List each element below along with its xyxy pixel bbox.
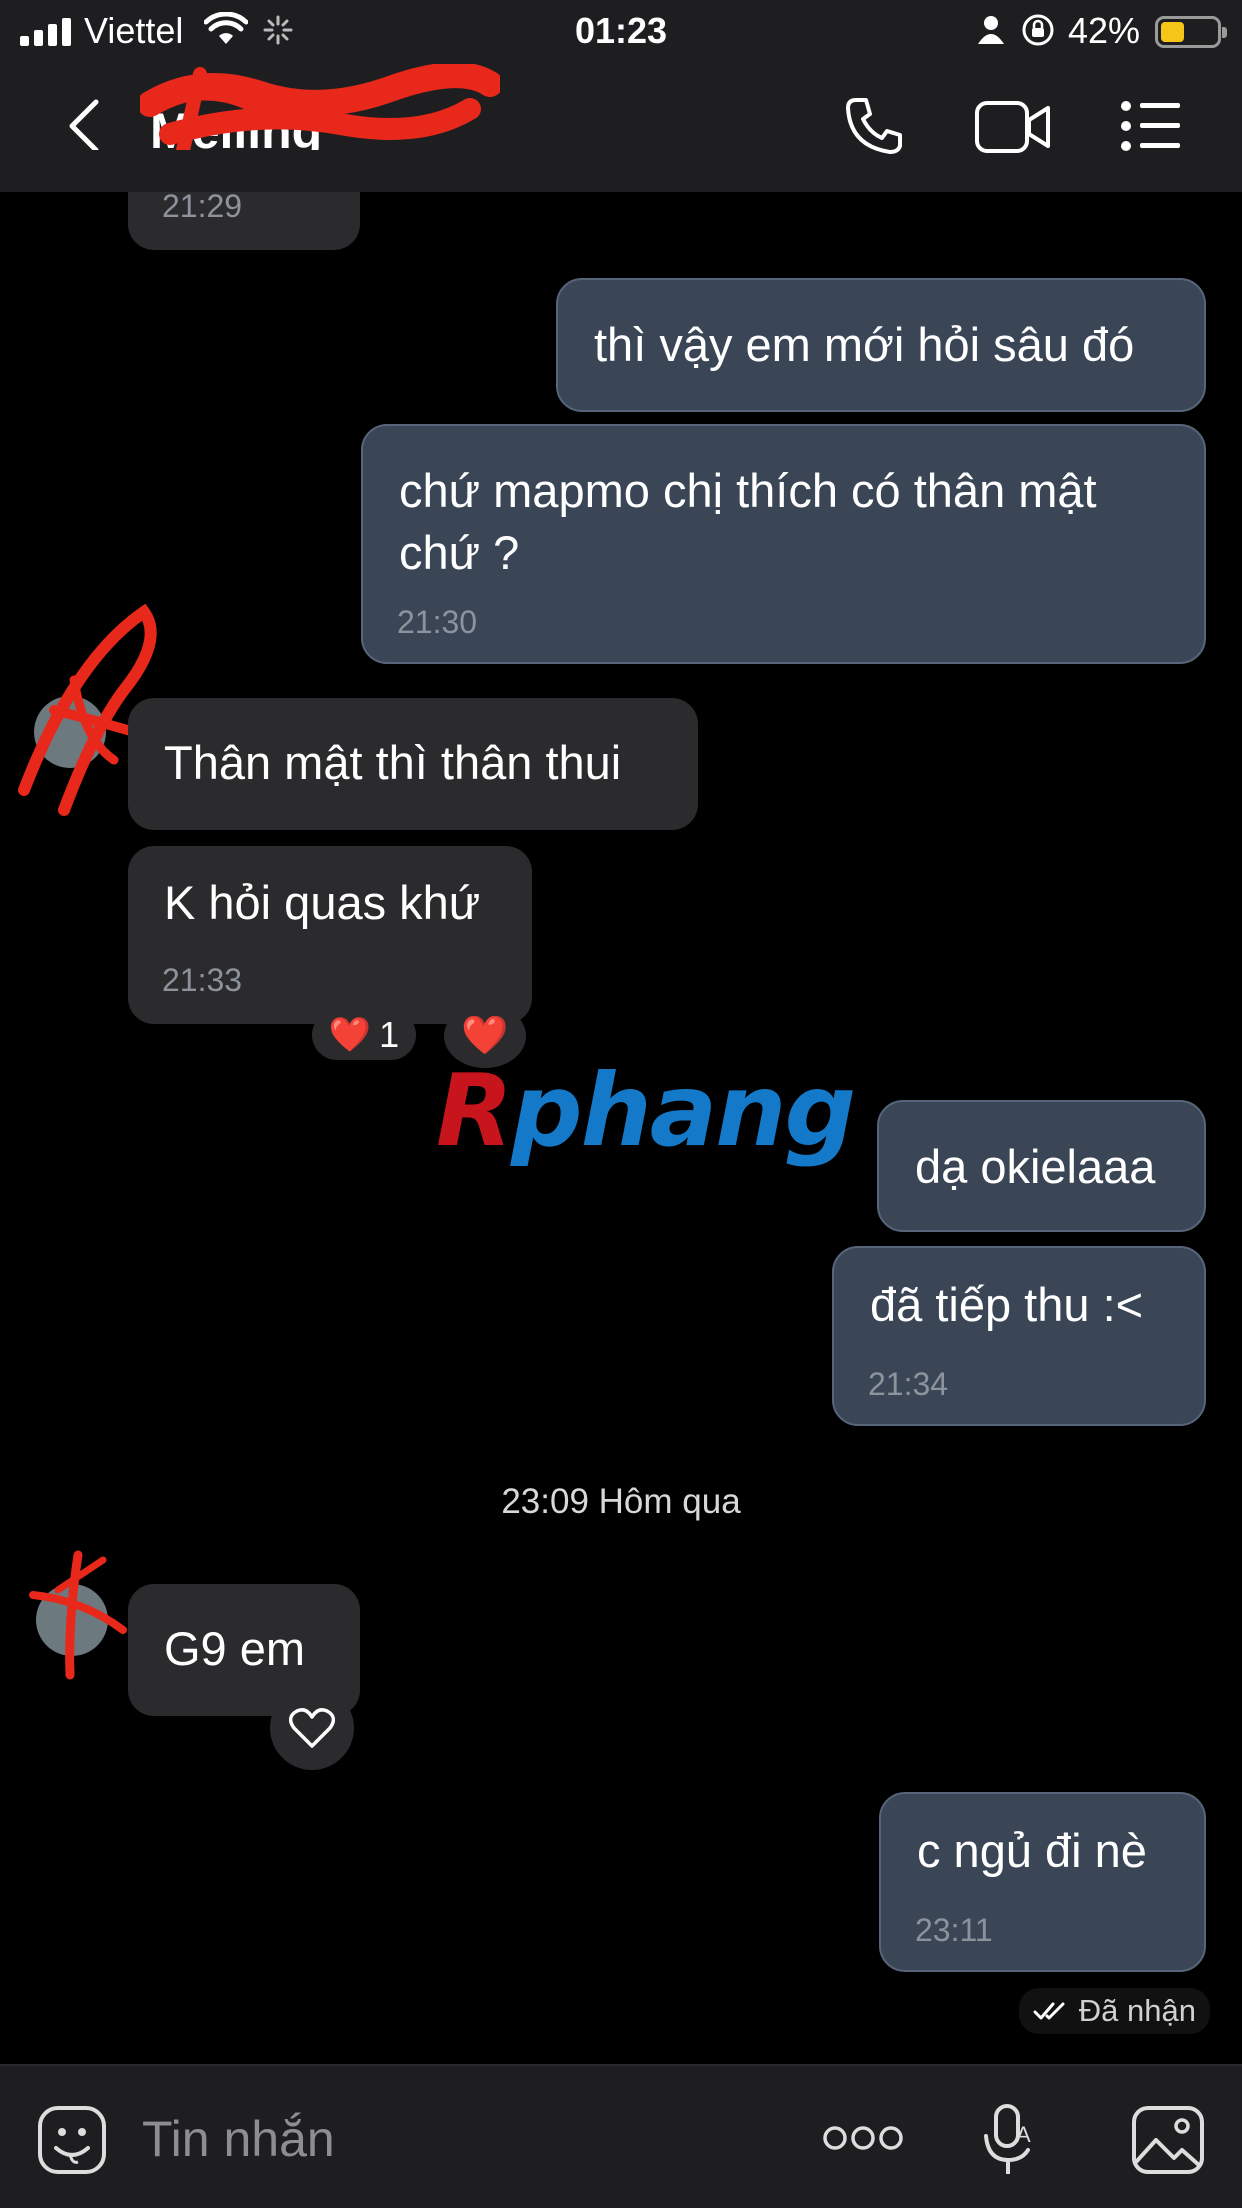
reaction-count: 1: [379, 1014, 400, 1055]
outgoing-message[interactable]: chứ mapmo chị thích có thân mật chứ ? 21…: [361, 424, 1206, 664]
battery-percent: 42%: [1068, 10, 1141, 51]
video-icon[interactable]: [974, 98, 1052, 156]
outgoing-message[interactable]: đã tiếp thu :< 21:34: [832, 1246, 1206, 1426]
message-text: dạ okielaaa: [915, 1140, 1156, 1193]
status-bar: Viettel 01:23 42%: [0, 0, 1242, 62]
incoming-message[interactable]: Thân mật thì thân thui: [128, 698, 698, 830]
reaction-summary[interactable]: ❤️ 1: [312, 1010, 416, 1060]
svg-text:A: A: [1016, 2122, 1031, 2147]
message-text: K hỏi quas khứ: [164, 876, 481, 929]
watermark-logo: Rphang: [436, 1052, 856, 1169]
more-icon[interactable]: [822, 2124, 904, 2152]
heart-outline-icon: [289, 1708, 335, 1748]
menu-icon[interactable]: [1120, 100, 1182, 152]
voice-to-text-icon[interactable]: A: [982, 2102, 1038, 2178]
message-text: chứ mapmo chị thích có thân mật chứ ?: [399, 464, 1097, 579]
message-text: thì vậy em mới hỏi sâu đó: [594, 318, 1135, 371]
message-timestamp: 21:29: [162, 188, 243, 224]
message-input-bar: Tin nhắn A: [0, 2064, 1242, 2208]
day-separator: 23:09 Hôm qua: [501, 1482, 741, 1521]
redaction-scribble: [29, 1550, 127, 1680]
battery-icon: [1155, 16, 1227, 48]
message-timestamp: 23:11: [915, 1912, 993, 1948]
orientation-lock-icon: [1022, 14, 1054, 46]
incoming-message[interactable]: K hỏi quas khứ 21:33: [128, 846, 532, 1024]
message-timestamp: 21:30: [397, 604, 478, 640]
back-icon[interactable]: [64, 98, 104, 154]
phone-icon[interactable]: [842, 94, 906, 158]
image-icon[interactable]: [1130, 2104, 1206, 2176]
header-overlap: [0, 150, 400, 192]
delivery-status: Đã nhận: [1018, 1988, 1210, 2034]
message-text: Thân mật thì thân thui: [164, 736, 622, 789]
message-timestamp: 21:34: [868, 1366, 949, 1402]
outgoing-message[interactable]: dạ okielaaa: [877, 1100, 1206, 1232]
quick-reaction-button[interactable]: [270, 1686, 354, 1770]
person-icon: [978, 16, 1004, 44]
outgoing-message[interactable]: c ngủ đi nè 23:11: [879, 1792, 1206, 1972]
message-text: đã tiếp thu :<: [870, 1278, 1144, 1331]
delivery-status-label: Đã nhận: [1078, 1993, 1196, 2028]
message-timestamp: 21:33: [162, 962, 243, 998]
sticker-icon[interactable]: [36, 2104, 108, 2176]
message-text: c ngủ đi nè: [917, 1824, 1147, 1877]
message-text: G9 em: [164, 1622, 306, 1675]
heart-reaction-icon: ❤️: [328, 1016, 372, 1054]
double-check-icon: [1033, 2002, 1065, 2020]
battery-fill: [1161, 22, 1184, 42]
outgoing-message[interactable]: thì vậy em mới hỏi sâu đó: [556, 278, 1206, 412]
message-input[interactable]: Tin nhắn: [142, 2110, 335, 2168]
